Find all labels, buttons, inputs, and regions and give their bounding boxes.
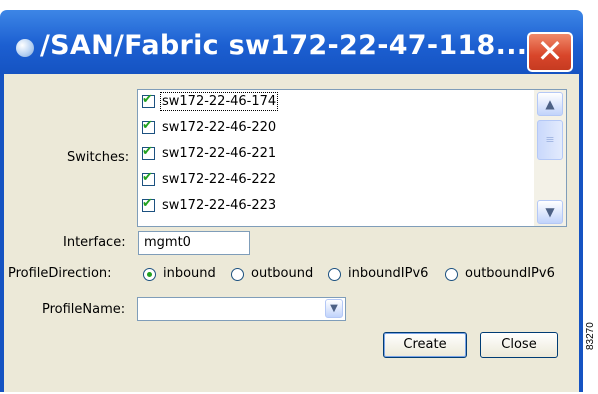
- switches-list[interactable]: ✔ sw172-22-46-174 ✔ sw172-22-46-220 ✔ sw…: [137, 89, 567, 227]
- switch-row[interactable]: ✔ sw172-22-46-222: [138, 169, 534, 195]
- radio-outbound-label[interactable]: outbound: [251, 266, 313, 281]
- switch-name: sw172-22-46-221: [162, 146, 277, 161]
- app-icon: [16, 39, 34, 57]
- dialog-window: /SAN/Fabric sw172-22-47-118... ✕ Switche…: [0, 0, 583, 392]
- create-button[interactable]: Create: [383, 332, 467, 358]
- switch-row[interactable]: ✔ sw172-22-46-220: [138, 117, 534, 143]
- radio-outbound[interactable]: [231, 268, 244, 281]
- switches-scrollbar[interactable]: ▲ ≡ ▼: [534, 90, 566, 226]
- interface-label: Interface:: [63, 235, 126, 250]
- switch-name: sw172-22-46-222: [162, 172, 277, 187]
- close-window-button[interactable]: ✕: [527, 32, 573, 72]
- radio-outboundipv6[interactable]: [445, 268, 458, 281]
- switch-row[interactable]: ✔ sw172-22-46-223: [138, 195, 534, 221]
- chevron-down-icon: ▼: [330, 303, 338, 314]
- radio-inboundipv6[interactable]: [328, 268, 341, 281]
- switch-name: sw172-22-46-220: [162, 120, 277, 135]
- profile-direction-label: ProfileDirection:: [8, 266, 112, 281]
- scroll-down-button[interactable]: ▼: [537, 200, 563, 224]
- switch-name: sw172-22-46-174: [159, 92, 279, 111]
- close-icon: ✕: [536, 32, 564, 70]
- switch-checkbox[interactable]: ✔: [142, 170, 155, 186]
- dropdown-button[interactable]: ▼: [325, 299, 343, 318]
- checkmark-icon: ✔: [142, 92, 153, 107]
- switches-label: Switches:: [67, 150, 130, 165]
- radio-inbound[interactable]: [143, 268, 156, 281]
- switch-row[interactable]: ✔ sw172-22-46-174: [138, 91, 534, 117]
- title-bar[interactable]: /SAN/Fabric sw172-22-47-118... ✕: [0, 10, 583, 74]
- checkmark-icon: ✔: [142, 118, 153, 133]
- scroll-thumb[interactable]: ≡: [537, 120, 563, 160]
- switch-checkbox[interactable]: ✔: [142, 196, 155, 212]
- interface-field[interactable]: mgmt0: [138, 231, 250, 255]
- checkmark-icon: ✔: [142, 196, 153, 211]
- checkmark-icon: ✔: [142, 144, 153, 159]
- scroll-up-button[interactable]: ▲: [537, 92, 563, 116]
- figure-id: 83270: [585, 322, 596, 350]
- radio-inboundipv6-label[interactable]: inboundIPv6: [348, 266, 428, 281]
- profile-name-select[interactable]: [137, 297, 346, 321]
- switch-name: sw172-22-46-223: [162, 198, 277, 213]
- chevron-down-icon: ▼: [545, 205, 555, 219]
- window-title: /SAN/Fabric sw172-22-47-118...: [40, 30, 528, 61]
- chevron-up-icon: ▲: [545, 97, 555, 111]
- profile-name-label: ProfileName:: [42, 302, 126, 317]
- radio-inbound-label[interactable]: inbound: [163, 266, 216, 281]
- switch-row[interactable]: ✔ sw172-22-46-221: [138, 143, 534, 169]
- checkmark-icon: ✔: [142, 170, 153, 185]
- switch-checkbox[interactable]: ✔: [142, 118, 155, 134]
- switch-checkbox[interactable]: ✔: [142, 144, 155, 160]
- switch-checkbox[interactable]: ✔: [142, 92, 155, 108]
- close-button[interactable]: Close: [480, 332, 558, 358]
- radio-outboundipv6-label[interactable]: outboundIPv6: [465, 266, 555, 281]
- grip-icon: ≡: [545, 133, 555, 146]
